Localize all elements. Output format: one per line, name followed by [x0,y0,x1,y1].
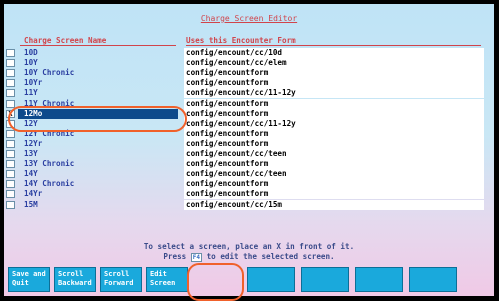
header-underline-name [20,45,176,46]
highlight-circle-edit-button [187,263,244,301]
list-item[interactable]: 14Yr config/encountform [4,189,494,200]
select-checkbox[interactable] [6,99,15,108]
header-underline-form [186,45,481,46]
highlight-circle-selection [8,106,187,132]
select-checkbox[interactable] [6,170,15,179]
list-item[interactable]: 12Yr config/encountform [4,138,494,149]
edit-screen-button[interactable]: Edit Screen [146,267,188,292]
charge-screen-name[interactable]: 10Yr [18,78,178,88]
function-key-5-button[interactable] [247,267,295,292]
button-label-line1: Scroll [104,270,130,278]
encounter-form-path: config/encount/cc/elem [184,58,484,69]
encounter-form-path: config/encountform [184,78,484,89]
select-checkbox[interactable] [6,200,15,209]
encounter-form-path: config/encount/cc/10d [184,48,484,58]
button-label-line2: Screen [150,279,176,287]
select-checkbox[interactable] [6,69,15,78]
encounter-form-path: config/encount/cc/teen [184,149,484,159]
encounter-form-path: config/encountform [184,108,484,119]
select-checkbox[interactable] [6,190,15,199]
list-item[interactable]: 15M config/encount/cc/15m [4,199,494,210]
scroll-backward-button[interactable]: Scroll Backward [54,267,96,292]
terminal-screen: Charge Screen Editor Charge Screen Name … [4,4,494,301]
encounter-form-path: config/encountform [184,189,484,200]
charge-screen-name[interactable]: 13Y [18,149,178,159]
select-checkbox[interactable] [6,49,15,57]
encounter-form-path: config/encountform [184,68,484,79]
f4-key-icon: F4 [190,253,203,262]
encounter-form-path: config/encountform [184,98,484,109]
list-item[interactable]: 13Y config/encount/cc/teen [4,149,494,159]
button-label-line1: Scroll [58,270,84,278]
function-key-6-button[interactable] [301,267,349,292]
list-item[interactable]: 10Yr config/encountform [4,78,494,89]
button-label-line1: Save and [12,270,46,278]
instruction-edit: to edit the selected screen. [206,252,335,261]
column-header-name: Charge Screen Name [24,36,107,45]
select-checkbox[interactable] [6,79,15,88]
button-label-line2: Quit [12,279,29,287]
select-checkbox[interactable] [6,129,15,138]
charge-screen-name[interactable]: 10Y Chronic [18,68,178,78]
button-label-line2: Forward [104,279,134,287]
select-checkbox[interactable] [6,139,15,148]
select-checkbox[interactable] [6,150,15,158]
select-checkbox[interactable] [6,59,15,68]
scroll-forward-button[interactable]: Scroll Forward [100,267,142,292]
terminal-frame: Charge Screen Editor Charge Screen Name … [0,0,499,301]
encounter-form-path: config/encountform [184,159,484,170]
list-item[interactable]: 10D config/encount/cc/10d [4,48,494,58]
page-title: Charge Screen Editor [200,14,298,23]
button-label-line1: Edit [150,270,167,278]
button-label-line2: Backward [58,279,92,287]
charge-screen-name[interactable]: 13Y Chronic [18,159,178,169]
list-item[interactable]: 13Y Chronic config/encountform [4,159,494,170]
charge-screen-name[interactable]: 12Yr [18,139,178,149]
function-key-7-button[interactable] [355,267,403,292]
select-checkbox[interactable] [6,180,15,189]
charge-screen-name[interactable]: 10D [18,48,178,58]
column-header-form: Uses this Encounter Form [186,36,296,45]
charge-screen-name[interactable]: 14Yr [18,189,178,199]
charge-screen-name[interactable]: 14Y [18,169,178,179]
encounter-form-path: config/encountform [184,138,484,149]
list-item[interactable]: 10Y config/encount/cc/elem [4,58,494,69]
instruction-press: Press [163,252,187,261]
charge-screen-name[interactable]: 14Y Chronic [18,179,178,189]
instruction-line-2: Press F4 to edit the selected screen. [4,252,494,262]
save-and-quit-button[interactable]: Save and Quit [8,267,50,292]
select-checkbox[interactable] [6,160,15,169]
charge-screen-name[interactable]: 15M [18,200,178,210]
select-checkbox[interactable] [6,89,15,98]
instruction-line-1: To select a screen, place an X in front … [143,242,355,251]
list-item[interactable]: 11Y config/encount/cc/11-12y [4,88,494,99]
encounter-form-path: config/encount/cc/11-12y [184,88,484,99]
encounter-form-path: config/encount/cc/teen [184,169,484,180]
charge-screen-name[interactable]: 10Y [18,58,178,68]
charge-screen-name[interactable]: 11Y [18,88,178,98]
function-key-8-button[interactable] [409,267,457,292]
list-item[interactable]: 10Y Chronic config/encountform [4,68,494,79]
encounter-form-path: config/encount/cc/15m [184,199,484,210]
list-item[interactable]: 14Y config/encount/cc/teen [4,169,494,180]
list-item[interactable]: 14Y Chronic config/encountform [4,179,494,190]
encounter-form-path: config/encountform [184,179,484,190]
encounter-form-path: config/encountform [184,128,484,139]
encounter-form-path: config/encount/cc/11-12y [184,118,484,129]
